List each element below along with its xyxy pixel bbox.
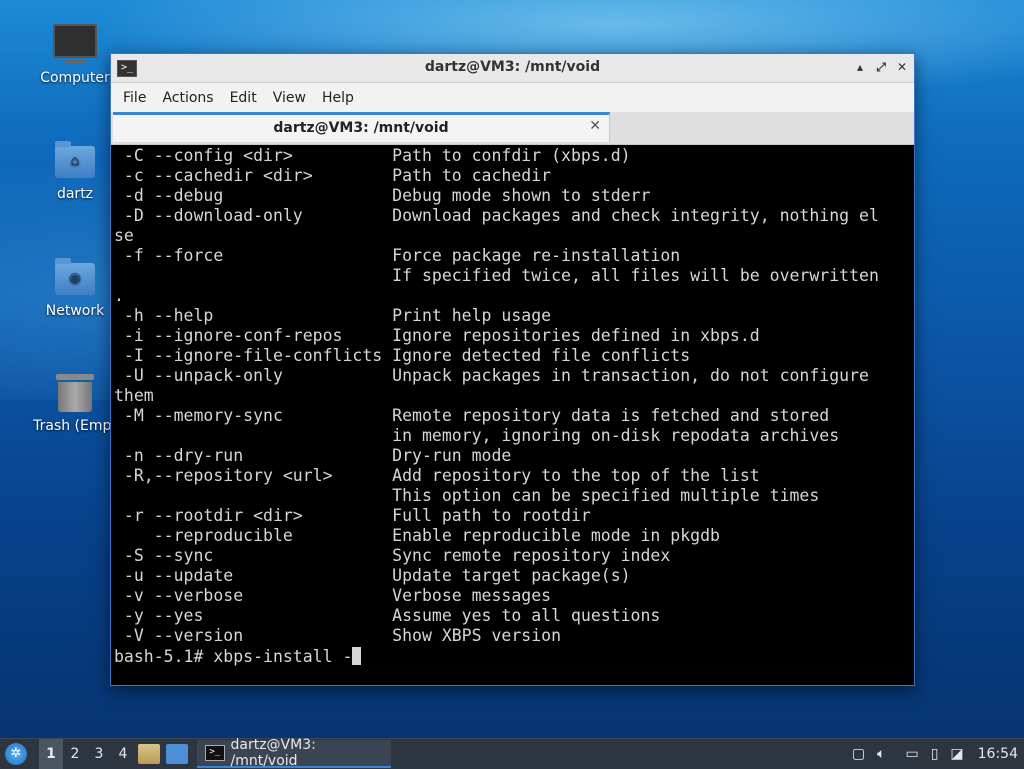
computer-icon bbox=[53, 24, 97, 64]
terminal-prompt-line[interactable]: bash-5.1# xbps-install - bbox=[114, 646, 910, 667]
home-folder-icon: ⌂ bbox=[55, 141, 95, 178]
update-notifier-icon[interactable]: ◪ bbox=[950, 746, 963, 762]
desktop-icon-home[interactable]: ⌂ dartz bbox=[27, 141, 123, 202]
menu-file[interactable]: File bbox=[115, 90, 154, 106]
file-manager-launcher-icon[interactable] bbox=[138, 744, 160, 764]
menu-bar: File Actions Edit View Help bbox=[111, 83, 914, 112]
tab-bar: dartz@VM3: /mnt/void ✕ bbox=[111, 112, 914, 145]
terminal-cursor bbox=[352, 647, 362, 665]
window-titlebar[interactable]: >_ dartz@VM3: /mnt/void ▴ ⤢ ✕ bbox=[111, 54, 914, 83]
workspace-2[interactable]: 2 bbox=[63, 739, 87, 769]
volume-icon[interactable]: 🔈︎ bbox=[877, 746, 885, 762]
minimize-button[interactable]: ▴ bbox=[851, 58, 869, 76]
workspace-1[interactable]: 1 bbox=[39, 739, 63, 769]
menu-view[interactable]: View bbox=[265, 90, 314, 106]
terminal-window: >_ dartz@VM3: /mnt/void ▴ ⤢ ✕ File Actio… bbox=[110, 53, 915, 686]
desktop-icon-label: dartz bbox=[56, 186, 94, 202]
notes-icon[interactable]: ▯ bbox=[931, 746, 939, 762]
workspace-4[interactable]: 4 bbox=[111, 739, 135, 769]
system-tray: ▢ 🔈︎ ▭ ▯ ◪ bbox=[846, 746, 970, 762]
tab-terminal[interactable]: dartz@VM3: /mnt/void ✕ bbox=[113, 112, 610, 142]
desktop-icon-label: Trash (Empt bbox=[33, 418, 117, 434]
workspace-3[interactable]: 3 bbox=[87, 739, 111, 769]
tab-close-icon[interactable]: ✕ bbox=[589, 118, 601, 134]
close-button[interactable]: ✕ bbox=[893, 58, 911, 76]
desktop-icon-label: Computer bbox=[40, 70, 110, 86]
desktop-icon-trash[interactable]: Trash (Empt bbox=[27, 374, 123, 434]
window-title: dartz@VM3: /mnt/void bbox=[424, 59, 601, 75]
start-menu-icon[interactable]: ✲ bbox=[5, 743, 27, 765]
taskbar: ✲ 1 2 3 4 >_ dartz@VM3: /mnt/void ▢ 🔈︎ ▭… bbox=[0, 737, 1024, 769]
desktop-icon-network[interactable]: ◉ Network bbox=[27, 258, 123, 319]
terminal-text: -C --config <dir> Path to confdir (xbps.… bbox=[114, 146, 879, 645]
terminal-task-icon: >_ bbox=[205, 745, 225, 761]
desktop-icon-label: Network bbox=[45, 303, 105, 319]
task-label: dartz@VM3: /mnt/void bbox=[230, 737, 316, 769]
menu-help[interactable]: Help bbox=[314, 90, 362, 106]
clock[interactable]: 16:54 bbox=[978, 746, 1018, 762]
network-icon[interactable]: ▭ bbox=[905, 746, 918, 762]
maximize-button[interactable]: ⤢ bbox=[872, 58, 890, 76]
network-folder-icon: ◉ bbox=[55, 258, 95, 295]
clipboard-icon[interactable]: ▢ bbox=[852, 746, 865, 762]
terminal-output[interactable]: -C --config <dir> Path to confdir (xbps.… bbox=[114, 145, 910, 681]
show-desktop-icon[interactable] bbox=[166, 744, 188, 764]
tab-label: dartz@VM3: /mnt/void bbox=[273, 120, 449, 136]
terminal-prompt: bash-5.1# xbps-install - bbox=[114, 647, 353, 666]
menu-edit[interactable]: Edit bbox=[222, 90, 265, 106]
desktop-icon-computer[interactable]: Computer bbox=[27, 24, 123, 86]
trash-icon bbox=[56, 374, 94, 412]
taskbar-task-terminal[interactable]: >_ dartz@VM3: /mnt/void bbox=[197, 737, 391, 769]
menu-actions[interactable]: Actions bbox=[154, 90, 221, 106]
